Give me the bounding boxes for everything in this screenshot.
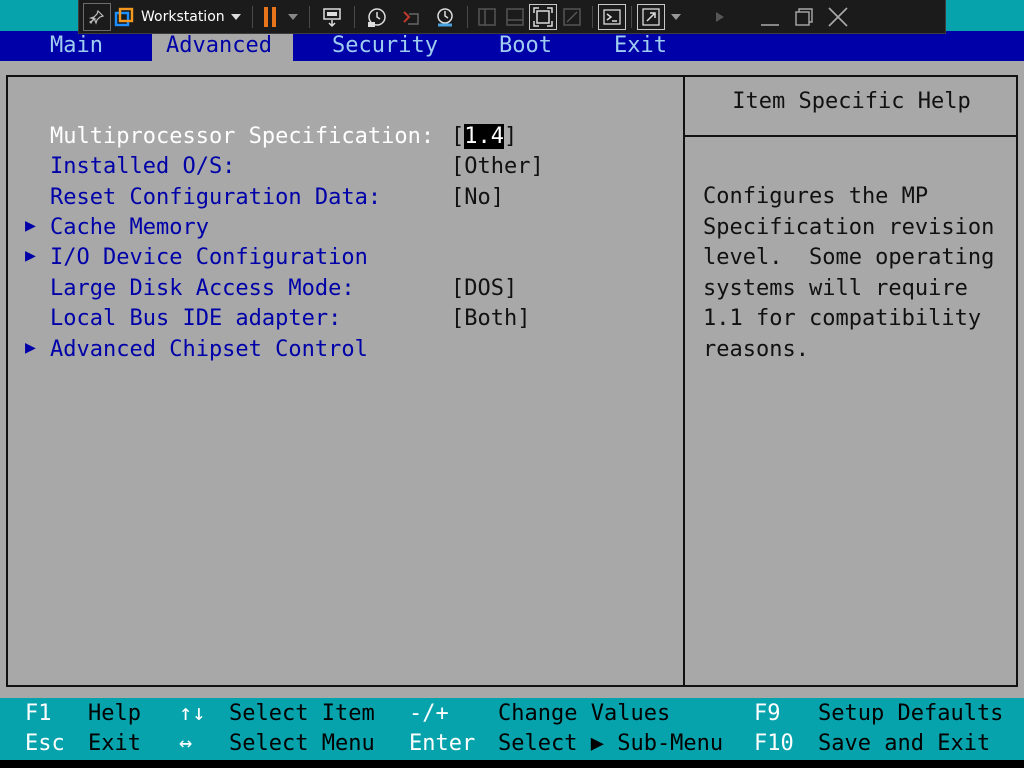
setting-label: Installed O/S: — [50, 154, 236, 179]
key-f9: F9 — [754, 701, 781, 726]
setting-value[interactable]: [DOS] — [451, 274, 517, 304]
full-screen-icon[interactable] — [528, 3, 557, 30]
snapshot-manager-icon[interactable] — [428, 0, 462, 34]
minimize-icon[interactable] — [753, 0, 787, 34]
setting-value[interactable]: [Both] — [451, 304, 530, 334]
vm-name-label[interactable]: Workstation — [141, 9, 225, 25]
setting-value[interactable]: [Other] — [451, 152, 544, 182]
menu-tab-advanced[interactable]: Advanced — [152, 31, 293, 61]
submenu-io-device-configuration[interactable]: ▶ I/O Device Configuration — [0, 243, 683, 273]
submenu-label: I/O Device Configuration — [50, 245, 368, 270]
menu-tab-main[interactable]: Main — [36, 31, 136, 61]
dropdown-icon[interactable] — [225, 0, 247, 34]
stretch-icon[interactable] — [636, 3, 665, 30]
key-left-right-arrows: ↔ — [179, 731, 193, 756]
setting-label: Reset Configuration Data: — [50, 185, 382, 210]
key-enter: Enter — [409, 731, 476, 756]
dropdown-icon[interactable] — [665, 0, 687, 34]
submenu-cache-memory[interactable]: ▶ Cache Memory — [0, 213, 683, 243]
key-minus-plus: -/+ — [409, 701, 449, 726]
menu-tab-boot[interactable]: Boot — [499, 31, 552, 61]
key-desc-change-values: Change Values — [498, 701, 671, 726]
vm-toolbar: Workstation — [78, 0, 946, 34]
help-text: Configures the MP Specification revision… — [703, 184, 995, 362]
show-console-icon[interactable] — [501, 0, 529, 34]
setting-label: Multiprocessor Specification: — [50, 124, 435, 149]
key-desc-setup-defaults: Setup Defaults — [818, 701, 1004, 726]
key-f10: F10 — [754, 731, 794, 756]
key-desc-select-item: Select Item — [229, 701, 375, 726]
key-up-down-arrows: ↑↓ — [179, 701, 206, 726]
key-esc: Esc — [25, 731, 65, 756]
menu-tab-exit[interactable]: Exit — [614, 31, 667, 61]
submenu-advanced-chipset-control[interactable]: ▶ Advanced Chipset Control — [0, 335, 683, 365]
pause-icon[interactable] — [258, 0, 282, 34]
restore-icon[interactable] — [787, 0, 821, 34]
key-desc-exit: Exit — [88, 731, 141, 756]
submenu-arrow-icon: ▶ — [25, 337, 36, 358]
toolbar-separator — [251, 5, 253, 28]
send-ctrl-alt-del-icon[interactable] — [315, 0, 349, 34]
library-icon[interactable] — [473, 0, 501, 34]
dropdown-icon[interactable] — [282, 0, 304, 34]
setting-value[interactable]: [1.4] — [451, 122, 517, 152]
setting-label: Large Disk Access Mode: — [50, 276, 355, 301]
selected-value-highlight[interactable]: 1.4 — [464, 124, 504, 149]
submenu-arrow-icon: ▶ — [25, 215, 36, 236]
setting-installed-os[interactable]: Installed O/S: [Other] — [0, 152, 683, 182]
revert-snapshot-icon[interactable] — [394, 0, 428, 34]
menu-tab-security[interactable]: Security — [332, 31, 438, 61]
unity-icon[interactable] — [557, 0, 587, 34]
toolbar-separator — [466, 5, 468, 28]
pin-icon[interactable] — [83, 2, 111, 31]
key-legend-bar: F1 Help ↑↓ Select Item -/+ Change Values… — [0, 698, 1024, 760]
key-desc-select-sub-menu: Select ▶ Sub-Menu — [498, 731, 724, 756]
setting-local-bus-ide-adapter[interactable]: Local Bus IDE adapter: [Both] — [0, 304, 683, 334]
help-divider — [685, 135, 1018, 137]
panel-divider — [683, 75, 685, 687]
key-f1: F1 — [25, 701, 52, 726]
snapshot-icon[interactable] — [360, 0, 394, 34]
vmware-logo-icon — [111, 0, 137, 34]
forward-icon[interactable] — [687, 0, 753, 34]
key-desc-save-and-exit: Save and Exit — [818, 731, 991, 756]
bios-menu-bar: Main Advanced Security Boot Exit — [0, 31, 1024, 61]
setting-large-disk-access-mode[interactable]: Large Disk Access Mode: [DOS] — [0, 274, 683, 304]
submenu-arrow-icon: ▶ — [25, 245, 36, 266]
toolbar-separator — [630, 5, 632, 28]
submenu-label: Advanced Chipset Control — [50, 337, 368, 362]
toolbar-separator — [591, 5, 593, 28]
close-icon[interactable] — [821, 0, 855, 34]
submenu-label: Cache Memory — [50, 215, 209, 240]
key-desc-help: Help — [88, 701, 141, 726]
toolbar-separator — [308, 5, 310, 28]
key-desc-select-menu: Select Menu — [229, 731, 375, 756]
bios-main-panel: Multiprocessor Specification: [1.4] Inst… — [0, 61, 1024, 698]
setting-value[interactable]: [No] — [451, 183, 504, 213]
setting-label: Local Bus IDE adapter: — [50, 306, 342, 331]
help-title: Item Specific Help — [732, 89, 971, 114]
toolbar-separator — [353, 5, 355, 28]
terminal-icon[interactable] — [597, 3, 626, 30]
setting-multiprocessor-specification[interactable]: Multiprocessor Specification: [1.4] — [0, 122, 683, 152]
setting-reset-configuration-data[interactable]: Reset Configuration Data: [No] — [0, 183, 683, 213]
screen-bottom-edge — [0, 760, 1024, 768]
